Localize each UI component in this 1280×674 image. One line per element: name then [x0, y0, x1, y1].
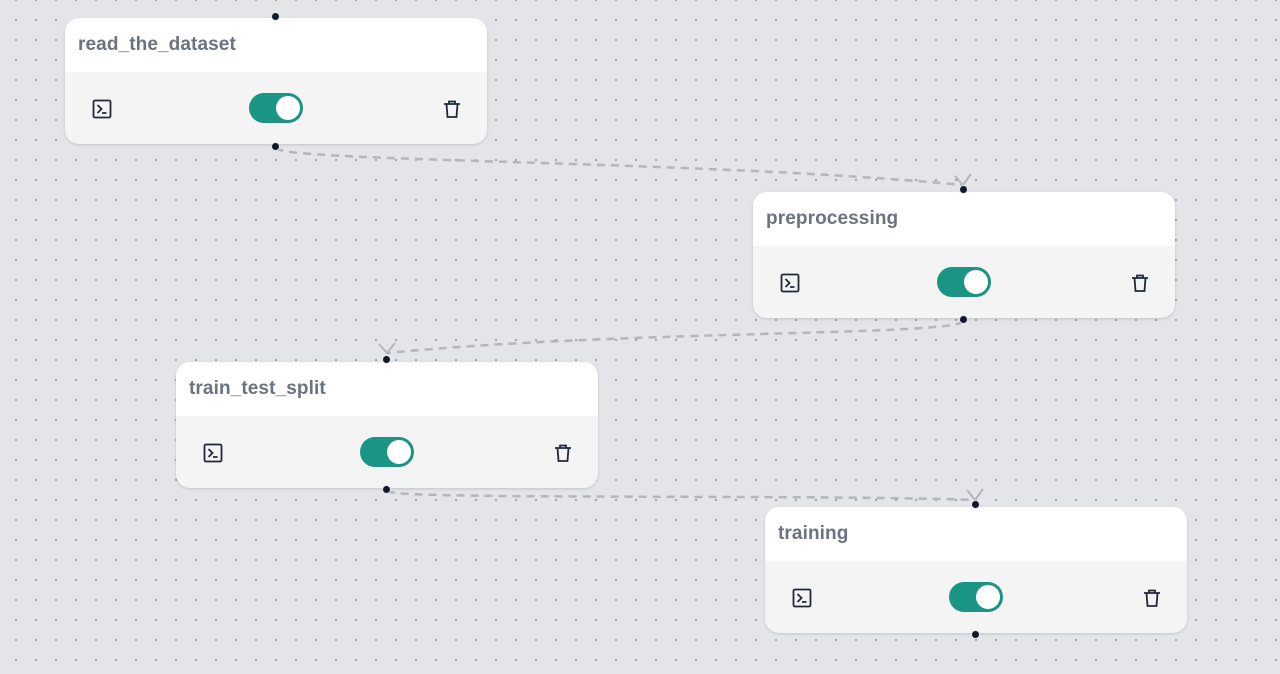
node-header: read_the_dataset	[65, 18, 487, 72]
node-body	[176, 416, 598, 488]
terminal-icon[interactable]	[791, 587, 813, 609]
enable-toggle[interactable]	[249, 93, 303, 123]
node-title: read_the_dataset	[78, 34, 236, 55]
node-read-the-dataset-input-handle[interactable]	[271, 12, 280, 21]
enable-toggle[interactable]	[937, 267, 991, 297]
terminal-icon[interactable]	[779, 272, 801, 294]
trash-icon[interactable]	[1129, 272, 1151, 294]
node-preprocessing-input-handle[interactable]	[959, 185, 968, 194]
edge-arrow-train-test-split	[378, 342, 396, 355]
node-header: training	[765, 507, 1187, 561]
node-training-output-handle[interactable]	[971, 630, 980, 639]
node-header: train_test_split	[176, 362, 598, 416]
toggle-knob	[964, 270, 988, 294]
edge-arrow-training	[966, 488, 984, 502]
toggle-knob	[976, 585, 1000, 609]
node-preprocessing-output-handle[interactable]	[959, 315, 968, 324]
node-title: train_test_split	[189, 378, 326, 399]
node-read-the-dataset-output-handle[interactable]	[271, 142, 280, 151]
trash-icon[interactable]	[552, 442, 574, 464]
node-preprocessing[interactable]: preprocessing	[753, 192, 1175, 318]
node-train-test-split-output-handle[interactable]	[382, 485, 391, 494]
node-training[interactable]: training	[765, 507, 1187, 633]
node-training-input-handle[interactable]	[971, 500, 980, 509]
edge-preprocessing-to-split	[386, 319, 965, 355]
edge-read-to-preprocessing	[274, 146, 964, 187]
terminal-icon[interactable]	[91, 98, 113, 120]
trash-icon[interactable]	[1141, 587, 1163, 609]
node-title: preprocessing	[766, 208, 899, 229]
node-train-test-split[interactable]: train_test_split	[176, 362, 598, 488]
pipeline-canvas[interactable]: read_the_dataset preprocessing train_tes…	[0, 0, 1280, 674]
trash-icon[interactable]	[441, 98, 463, 120]
node-title: training	[778, 523, 849, 544]
edge-arrow-preprocessing	[954, 173, 972, 187]
node-read-the-dataset[interactable]: read_the_dataset	[65, 18, 487, 144]
node-header: preprocessing	[753, 192, 1175, 246]
enable-toggle[interactable]	[360, 437, 414, 467]
toggle-knob	[276, 96, 300, 120]
enable-toggle[interactable]	[949, 582, 1003, 612]
toggle-knob	[387, 440, 411, 464]
node-train-test-split-input-handle[interactable]	[382, 355, 391, 364]
node-body	[765, 561, 1187, 633]
node-body	[753, 246, 1175, 318]
terminal-icon[interactable]	[202, 442, 224, 464]
node-body	[65, 72, 487, 144]
edge-split-to-training	[385, 489, 976, 502]
